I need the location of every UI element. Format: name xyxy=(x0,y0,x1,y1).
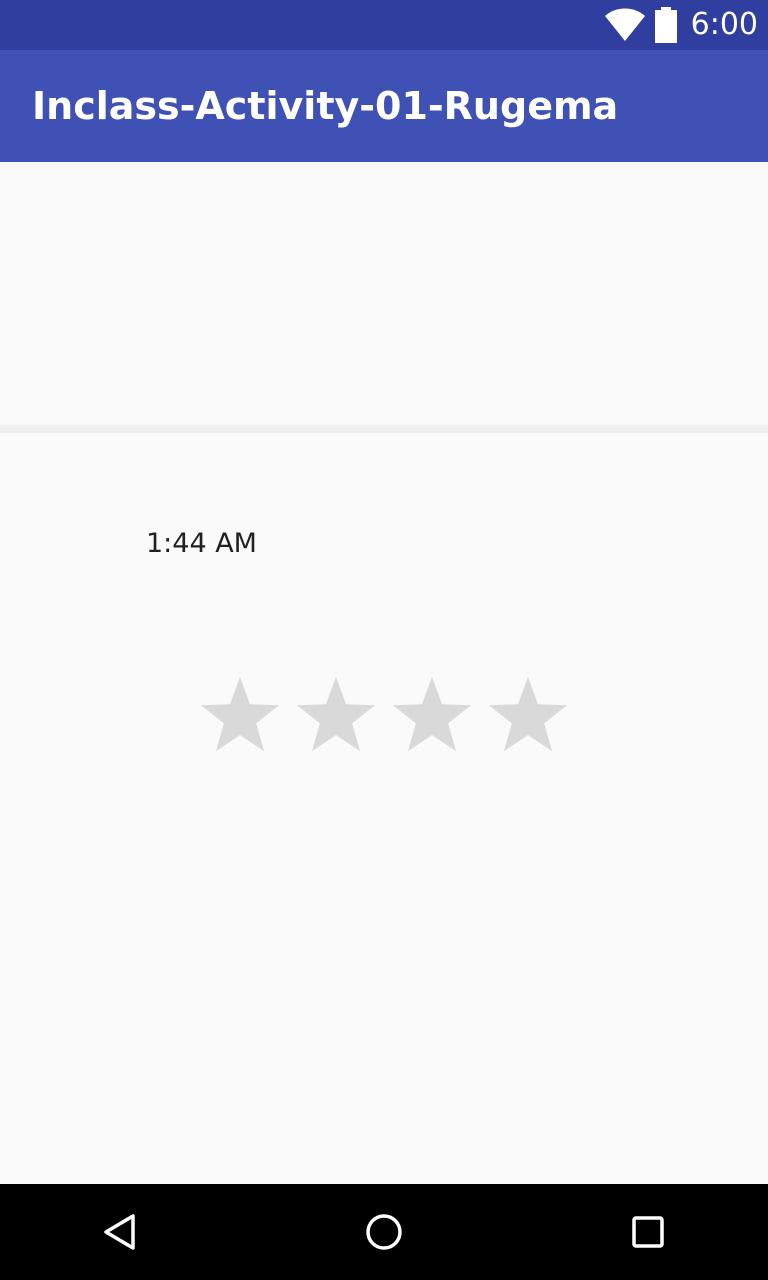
back-button[interactable] xyxy=(72,1184,168,1280)
wifi-icon xyxy=(604,8,645,41)
star-icon[interactable] xyxy=(297,677,375,752)
recents-icon xyxy=(632,1216,664,1248)
home-icon xyxy=(366,1214,402,1250)
divider xyxy=(0,425,768,433)
status-time: 6:00 xyxy=(690,7,758,42)
star-icon[interactable] xyxy=(393,677,471,752)
app-title: Inclass-Activity-01-Rugema xyxy=(32,84,619,128)
recents-button[interactable] xyxy=(600,1184,696,1280)
rating-bar[interactable] xyxy=(196,670,576,760)
time-text: 1:44 AM xyxy=(146,528,257,559)
back-icon xyxy=(104,1214,135,1250)
status-bar: 6:00 xyxy=(0,0,768,50)
home-button[interactable] xyxy=(336,1184,432,1280)
nav-bar xyxy=(0,1184,768,1280)
star-icon[interactable] xyxy=(201,677,279,752)
battery-icon xyxy=(654,7,677,43)
status-icons: 6:00 xyxy=(604,0,758,50)
app-bar: Inclass-Activity-01-Rugema xyxy=(0,50,768,162)
rating-stars[interactable] xyxy=(196,670,576,760)
star-icon[interactable] xyxy=(489,677,567,752)
